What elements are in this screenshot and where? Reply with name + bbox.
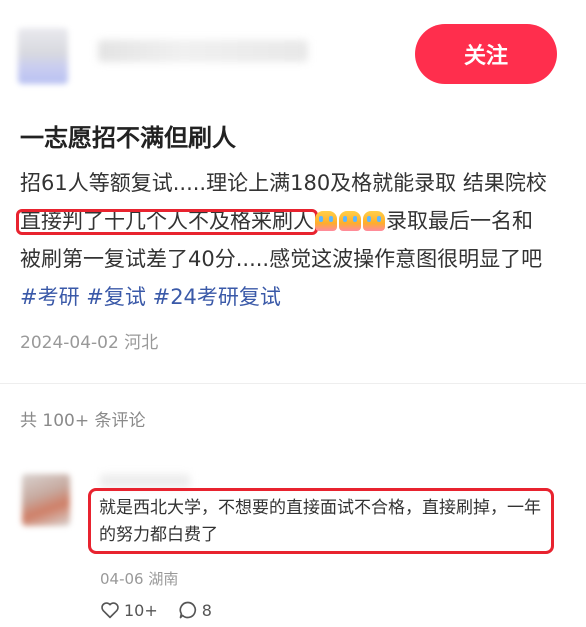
post-body-text: 招61人等额复试.....理论上满180及格就能录取 结果院校 <box>20 171 547 195</box>
post-body: 招61人等额复试.....理论上满180及格就能录取 结果院校直接判了十几个人不… <box>20 164 550 316</box>
crying-emoji-icon <box>339 211 361 231</box>
commenter-avatar[interactable] <box>22 474 70 526</box>
like-button[interactable]: 10+ <box>100 601 158 620</box>
hashtag-24-kaoyan-fushi[interactable]: #24考研复试 <box>153 285 281 309</box>
follow-button[interactable]: 关注 <box>415 24 557 84</box>
comment-location: 湖南 <box>148 570 179 588</box>
author-avatar[interactable] <box>18 28 68 84</box>
comment-highlight-box: 就是西北大学，不想要的直接面试不合格，直接刷掉，一年的努力都白费了 <box>88 488 554 554</box>
comment-text: 就是西北大学，不想要的直接面试不合格，直接刷掉，一年的努力都白费了 <box>99 498 541 545</box>
reply-count: 8 <box>201 600 212 620</box>
crying-emoji-icon <box>363 211 385 231</box>
author-name[interactable] <box>98 40 308 62</box>
commenter-name[interactable] <box>100 474 190 488</box>
comment-date: 04-06 <box>100 570 144 588</box>
hashtag-kaoyan[interactable]: #考研 <box>20 285 80 309</box>
highlighted-text: 直接判了十几个人不及格来刷人 <box>20 209 314 233</box>
comment-count: 共 100+ 条评论 <box>20 411 146 431</box>
post-date: 2024-04-02 <box>20 333 119 353</box>
heart-icon <box>101 602 119 619</box>
post-title: 一志愿招不满但刷人 <box>20 124 236 152</box>
comment-actions: 10+ 8 <box>100 600 232 620</box>
post-meta: 2024-04-02 河北 <box>20 328 158 353</box>
reply-button[interactable]: 8 <box>178 600 212 620</box>
comment-meta: 04-06 湖南 <box>100 568 178 589</box>
post-header: 关注 <box>0 0 586 110</box>
post-location: 河北 <box>124 333 159 353</box>
crying-emoji-icon <box>315 211 337 231</box>
hashtag-fushi[interactable]: #复试 <box>86 285 146 309</box>
like-count: 10+ <box>124 600 158 620</box>
comment-icon <box>179 601 196 619</box>
divider <box>0 383 586 384</box>
